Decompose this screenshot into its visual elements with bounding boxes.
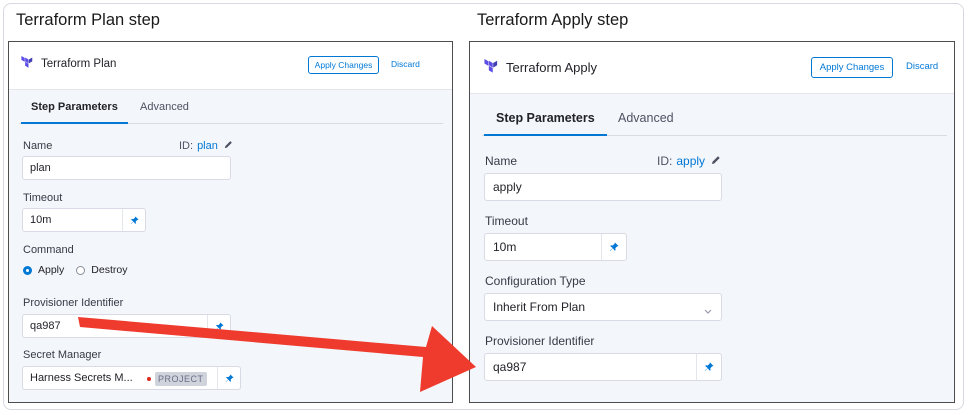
apply-discard-button[interactable]: Discard <box>906 61 938 72</box>
terraform-plan-panel: Terraform Plan Apply Changes Discard Ste… <box>8 41 453 403</box>
plan-step-title: Terraform Plan <box>41 57 117 70</box>
plan-timeout-label: Timeout <box>23 192 63 204</box>
apply-caption: Terraform Apply step <box>477 11 629 29</box>
plan-secret-manager-value: Harness Secrets M... <box>30 372 133 384</box>
plan-tabs: Step Parameters Advanced <box>19 90 443 124</box>
pin-icon[interactable] <box>207 315 230 337</box>
terraform-icon <box>484 59 498 76</box>
plan-provisioner-label: Provisioner Identifier <box>23 297 124 309</box>
apply-configuration-type-value: Inherit From Plan <box>493 300 586 314</box>
pin-icon[interactable] <box>696 354 721 380</box>
apply-tab-step-parameters[interactable]: Step Parameters <box>484 111 607 136</box>
apply-title-row: Terraform Apply <box>484 59 597 76</box>
apply-configuration-type-label: Configuration Type <box>485 274 586 288</box>
apply-name-value: apply <box>493 180 522 194</box>
apply-provisioner-value: qa987 <box>493 360 527 374</box>
apply-apply-changes-button[interactable]: Apply Changes <box>811 57 893 78</box>
plan-panel-header: Terraform Plan Apply Changes Discard <box>9 42 452 90</box>
apply-timeout-value: 10m <box>493 240 517 254</box>
apply-id-label: ID: <box>657 154 673 168</box>
pencil-icon[interactable] <box>711 154 721 168</box>
plan-provisioner-input[interactable]: qa987 <box>22 314 231 338</box>
plan-title-row: Terraform Plan <box>21 56 116 71</box>
chevron-down-icon <box>704 304 712 318</box>
project-badge: PROJECT <box>155 372 207 386</box>
apply-timeout-label: Timeout <box>485 214 528 228</box>
plan-name-value: plan <box>30 162 51 174</box>
plan-secret-manager-input[interactable]: Harness Secrets M... PROJECT <box>22 366 241 390</box>
plan-caption: Terraform Plan step <box>16 11 160 29</box>
plan-tab-advanced[interactable]: Advanced <box>140 101 189 124</box>
apply-configuration-type-select[interactable]: Inherit From Plan <box>484 293 722 321</box>
command-apply-label: Apply <box>38 264 65 276</box>
pin-icon[interactable] <box>217 367 240 389</box>
plan-name-label: Name <box>23 140 53 152</box>
plan-timeout-value: 10m <box>30 214 52 226</box>
command-apply-radio[interactable]: Apply <box>23 264 64 276</box>
apply-timeout-input[interactable]: 10m <box>484 233 627 261</box>
plan-panel-body: Step Parameters Advanced Name ID: plan p… <box>9 90 452 402</box>
apply-id-value: apply <box>676 154 706 168</box>
plan-provisioner-value: qa987 <box>30 320 61 332</box>
terraform-icon <box>21 56 33 71</box>
plan-name-input[interactable]: plan <box>22 156 231 180</box>
plan-discard-button[interactable]: Discard <box>391 59 420 69</box>
apply-tabs: Step Parameters Advanced <box>482 94 947 136</box>
command-destroy-label: Destroy <box>91 264 128 276</box>
plan-apply-changes-button[interactable]: Apply Changes <box>308 56 379 74</box>
radio-checked-icon <box>23 265 32 275</box>
required-dot <box>147 377 151 381</box>
pin-icon[interactable] <box>122 209 145 231</box>
apply-provisioner-input[interactable]: qa987 <box>484 353 722 381</box>
plan-timeout-input[interactable]: 10m <box>22 208 146 232</box>
apply-provisioner-label: Provisioner Identifier <box>485 334 595 348</box>
apply-panel-body: Step Parameters Advanced Name ID: apply … <box>470 94 954 402</box>
radio-unchecked-icon <box>76 265 86 275</box>
plan-secret-manager-label: Secret Manager <box>23 349 102 361</box>
command-destroy-radio[interactable]: Destroy <box>76 264 127 276</box>
apply-tab-advanced[interactable]: Advanced <box>618 111 674 136</box>
plan-id-group: ID: plan <box>179 140 233 152</box>
plan-tab-step-parameters[interactable]: Step Parameters <box>21 101 128 124</box>
apply-panel-header: Terraform Apply Apply Changes Discard <box>470 42 954 94</box>
apply-name-label: Name <box>485 154 518 168</box>
pencil-icon[interactable] <box>224 140 233 152</box>
apply-step-title: Terraform Apply <box>506 60 598 75</box>
plan-command-radio-group: Apply Destroy <box>23 264 139 276</box>
apply-id-group: ID: apply <box>657 154 721 168</box>
plan-id-label: ID: <box>179 140 194 152</box>
terraform-apply-panel: Terraform Apply Apply Changes Discard St… <box>469 41 955 403</box>
pin-icon[interactable] <box>601 234 626 260</box>
plan-id-value: plan <box>197 140 218 152</box>
apply-name-input[interactable]: apply <box>484 173 722 201</box>
plan-command-label: Command <box>23 244 74 256</box>
